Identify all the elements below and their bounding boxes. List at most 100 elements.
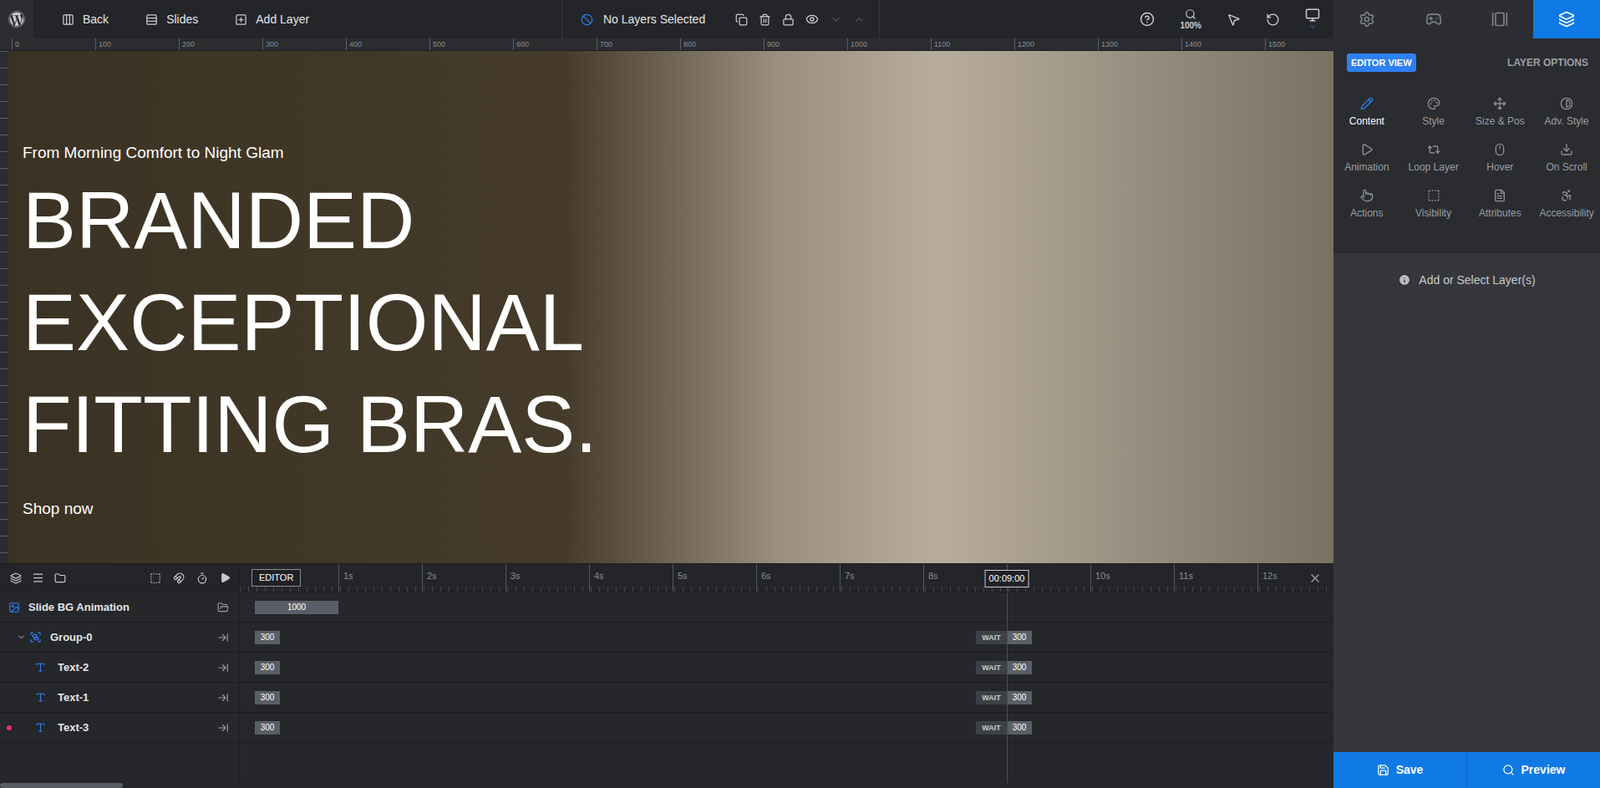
save-button[interactable]: Save	[1333, 751, 1468, 788]
device-button[interactable]	[1305, 7, 1321, 31]
zoom-button[interactable]: 100%	[1179, 8, 1202, 31]
arrow-to-line-icon[interactable]	[217, 661, 229, 674]
out-animation-bar[interactable]: 300	[1006, 660, 1032, 675]
duplicate-icon[interactable]	[735, 13, 748, 26]
option-item[interactable]: Hover	[1467, 142, 1534, 189]
folder-icon[interactable]	[54, 572, 67, 585]
move-down-icon[interactable]	[829, 13, 843, 26]
arrow-to-line-icon[interactable]	[217, 691, 229, 704]
option-item[interactable]: Adv. Style	[1533, 96, 1600, 143]
select-icon[interactable]	[149, 572, 162, 585]
panel-tab[interactable]	[1333, 0, 1401, 39]
editor-view-toggle[interactable]: EDITOR VIEW	[1346, 53, 1417, 73]
timeline-track-row: 1000	[239, 592, 1334, 623]
timeline-layer-row[interactable]: Group-0	[0, 622, 239, 653]
help-icon[interactable]	[1139, 11, 1155, 27]
play-icon[interactable]	[219, 572, 231, 584]
dashed-square-icon	[1427, 188, 1441, 203]
option-item[interactable]: Size & Pos	[1467, 96, 1534, 143]
slides-button[interactable]: Slides	[145, 10, 199, 29]
timeline-tracks: 1s2s3s4s5s6s7s8s9s10s11s12sEDITOR00:09:0…	[239, 563, 1334, 783]
caret-down-icon[interactable]	[16, 632, 26, 642]
timeline-layer-row[interactable]: Text-1	[0, 682, 239, 713]
back-button[interactable]: Back	[61, 10, 109, 29]
ruler-tick: 1200	[1014, 38, 1098, 51]
subtitle-layer[interactable]: From Morning Comfort to Night Glam	[22, 142, 1334, 163]
slide-animation-bar[interactable]: 1000	[254, 600, 339, 615]
playhead-time[interactable]: 00:09:00	[985, 569, 1030, 588]
close-icon[interactable]	[1308, 571, 1322, 585]
timer-icon[interactable]	[196, 572, 209, 585]
right-panel: EDITOR VIEW LAYER OPTIONS ContentStyleSize…	[1333, 0, 1600, 788]
lock-icon[interactable]	[782, 13, 795, 26]
ruler-tick: 400	[345, 38, 430, 51]
option-item[interactable]: Style	[1400, 96, 1468, 143]
folder-open-icon[interactable]	[217, 601, 229, 614]
ruler-tick: 900	[763, 38, 848, 51]
preview-button[interactable]: Preview	[1467, 751, 1600, 788]
add-layer-button[interactable]: Add Layer	[234, 10, 310, 29]
panel-body: Add or Select Layer(s)	[1333, 253, 1600, 752]
option-item[interactable]: Actions	[1333, 188, 1401, 235]
timeline-tools	[0, 563, 239, 593]
move-up-icon[interactable]	[853, 13, 866, 26]
panel-tab[interactable]	[1400, 0, 1468, 39]
magnet-icon[interactable]	[172, 572, 185, 585]
option-item[interactable]: Attributes	[1467, 188, 1534, 235]
timeline-layer-row[interactable]: Slide BG Animation	[0, 592, 239, 623]
option-item[interactable]: Loop Layer	[1400, 142, 1468, 189]
timeline-layer-row[interactable]: Text-3	[0, 712, 239, 743]
ruler-tick: 0	[11, 38, 96, 51]
option-item[interactable]: Visibility	[1400, 188, 1468, 235]
option-item[interactable]: Animation	[1333, 142, 1401, 189]
wordpress-logo[interactable]	[0, 0, 34, 39]
timeline-track-row: 300WAIT300	[239, 712, 1334, 743]
option-item[interactable]: Content	[1333, 96, 1401, 143]
layer-options-toggle[interactable]: LAYER OPTIONS	[1507, 55, 1589, 71]
selection-label: No Layers Selected	[603, 10, 706, 29]
no-selection-icon	[580, 13, 594, 26]
trash-icon[interactable]	[758, 13, 772, 26]
arrow-to-line-icon[interactable]	[217, 721, 229, 734]
arrow-to-line-icon[interactable]	[217, 631, 229, 644]
ruler-tick: 1500	[1264, 38, 1334, 51]
ruler-tick: 100	[95, 38, 179, 51]
out-animation-bar[interactable]: 300	[1006, 721, 1032, 735]
download-icon	[1559, 142, 1574, 157]
timeline-layer-row[interactable]: Text-2	[0, 652, 239, 683]
undo-icon[interactable]	[1265, 12, 1280, 27]
out-animation-bar[interactable]: 300	[1006, 690, 1032, 705]
ruler-tick: 700	[596, 38, 681, 51]
panel-tab[interactable]	[1467, 0, 1534, 39]
slide-canvas[interactable]: From Morning Comfort to Night Glam BRANDE…	[8, 50, 1334, 564]
scrollbar-thumb[interactable]	[0, 782, 123, 788]
ruler-tick: 1300	[1097, 38, 1182, 51]
shop-button-layer[interactable]: Shop now	[22, 498, 1334, 519]
in-animation-bar[interactable]: 300	[254, 690, 280, 705]
out-animation-bar[interactable]: 300	[1006, 630, 1032, 645]
pointer-icon[interactable]	[1226, 12, 1241, 27]
option-item[interactable]: On Scroll	[1533, 142, 1600, 189]
layers-icon[interactable]	[10, 572, 22, 585]
in-animation-bar[interactable]: 300	[254, 721, 280, 735]
timeline: Slide BG AnimationGroup-0Text-2Text-1Tex…	[0, 563, 1334, 788]
option-item[interactable]: Accessibility	[1533, 188, 1600, 235]
top-toolbar: Back Slides Add Layer No Layers Selected 100…	[0, 0, 1334, 39]
eye-icon[interactable]	[805, 12, 819, 26]
time-tick: 10s	[1090, 563, 1111, 592]
ruler-tick: 600	[513, 38, 597, 51]
zoom-icon	[1184, 8, 1197, 21]
timeline-scrollbar[interactable]	[0, 782, 1334, 788]
list-icon[interactable]	[31, 571, 45, 585]
preview-search-icon	[1502, 763, 1515, 777]
headline-layer[interactable]: BRANDEDEXCEPTIONALFITTING BRAS.	[22, 169, 1334, 476]
palette-icon	[1427, 96, 1441, 111]
in-animation-bar[interactable]: 300	[254, 630, 280, 645]
left-toolbar-group: Back Slides Add Layer	[0, 0, 562, 39]
editor-mode-badge[interactable]: EDITOR	[251, 568, 301, 587]
ruler-tick: 1400	[1181, 38, 1265, 51]
marker-dot	[6, 725, 12, 731]
in-animation-bar[interactable]: 300	[254, 660, 280, 675]
panel-tab[interactable]	[1533, 0, 1600, 39]
horizontal-ruler: 0100200300400500600700800900100011001200…	[0, 38, 1334, 51]
